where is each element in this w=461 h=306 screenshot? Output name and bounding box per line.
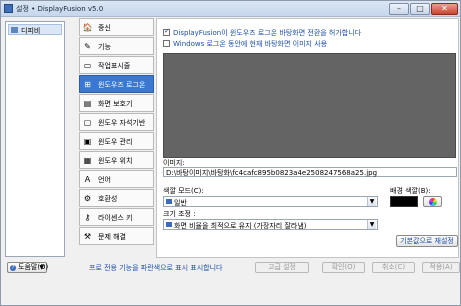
settings-window: 설정 • DisplayFusion v5.0 – □ ✕ 디피비 🏠 중신 ✎…	[0, 0, 461, 306]
gear-icon: ⚙	[83, 194, 92, 203]
app-icon	[4, 4, 13, 13]
nav-item-label: 문제 해결	[98, 233, 126, 241]
enable-logon-checkbox[interactable]	[163, 27, 170, 36]
minimize-button[interactable]: –	[389, 3, 409, 15]
ok-button[interactable]: 확인(O)	[322, 262, 365, 273]
title-bar: 설정 • DisplayFusion v5.0 – □ ✕	[1, 1, 460, 17]
apply-button[interactable]: 적용(A)	[422, 262, 460, 273]
nav-item-window-management[interactable]: ▣ 윈도우 관리	[79, 132, 154, 150]
nav-item-features[interactable]: ✎ 기능	[79, 37, 154, 55]
nav-item-label: 호환성	[98, 195, 118, 203]
close-button[interactable]: ✕	[431, 3, 458, 15]
use-current-wallpaper-checkbox[interactable]	[163, 40, 170, 47]
reset-defaults-button[interactable]: 기본값으로 재설정	[396, 235, 458, 247]
profile-item-label: 디피비	[21, 27, 41, 35]
nav-item-screensaver[interactable]: ▤ 화면 보호기	[79, 94, 154, 112]
color-mode-dropdown[interactable]: 일반 ▼	[163, 196, 378, 207]
home-icon: 🏠	[82, 23, 93, 32]
maximize-button[interactable]: □	[410, 3, 430, 15]
nav-item-label: 작업표시줄	[98, 62, 131, 70]
monitor-icon	[11, 27, 18, 33]
size-adjust-label: 크기 조정 :	[163, 210, 196, 218]
color-mode-label: 색깔 모드(C):	[163, 187, 204, 195]
color-mode-icon	[166, 199, 172, 204]
use-current-wallpaper-label: Windows 로그온 동안에 현재 바탕화면 이미지 사용	[173, 40, 328, 48]
windows-logo-icon: ⊞	[84, 80, 91, 89]
color-wheel-icon	[429, 198, 437, 206]
color-picker-button[interactable]	[423, 196, 442, 207]
enable-logon-label: DisplayFusion이 윈도우즈 로그온 바탕화면 전환을 허가합니다	[173, 29, 362, 37]
nav-item-label: 윈도우즈 로그온	[98, 81, 146, 89]
nav-item-window-snapping[interactable]: ▢ 윈도우 자석기반	[79, 113, 154, 131]
nav-item-label: 라이센스 키	[98, 214, 133, 222]
nav-item-label: 언어	[98, 176, 111, 184]
bg-color-label: 배경 색깔(B):	[390, 187, 431, 195]
profile-item[interactable]: 디피비	[8, 24, 62, 35]
wrench-icon: ⚒	[83, 232, 92, 241]
settings-nav: 🏠 중신 ✎ 기능 ▭ 작업표시줄 ⊞ 윈도우즈 로그온 ▤ 화면 보호기 ▢ …	[79, 18, 154, 258]
window-manage-icon: ▣	[83, 137, 92, 146]
window-title: 설정 • DisplayFusion v5.0	[16, 5, 104, 13]
cancel-button[interactable]: 취소(C)	[372, 262, 415, 273]
nav-item-license-key[interactable]: ⚷ 라이센스 키	[79, 208, 154, 226]
nav-item-troubleshooting[interactable]: ⚒ 문제 해결	[79, 227, 154, 245]
enable-logon-option[interactable]: DisplayFusion이 윈도우즈 로그온 바탕화면 전환을 허가합니다	[163, 27, 362, 38]
help-icon: ?	[10, 265, 16, 271]
chevron-down-icon: ▼	[367, 197, 376, 206]
pencil-icon: ✎	[84, 42, 91, 51]
size-adjust-dropdown[interactable]: 화면 비율을 최적으로 유지 (가장자리 잘라냄) ▼	[163, 219, 378, 230]
size-adjust-icon	[166, 222, 172, 227]
nav-item-main[interactable]: 🏠 중신	[79, 18, 154, 36]
size-adjust-value: 화면 비율을 최적으로 유지 (가장자리 잘라냄)	[174, 222, 307, 230]
nav-item-windows-logon[interactable]: ⊞ 윈도우즈 로그온	[79, 75, 154, 93]
nav-item-label: 윈도우 위치	[98, 157, 133, 165]
taskbar-icon: ▭	[83, 61, 92, 70]
nav-item-window-position[interactable]: ▦ 윈도우 위치	[79, 151, 154, 169]
screensaver-icon: ▤	[83, 99, 92, 108]
profile-list: 디피비	[5, 21, 65, 257]
key-icon: ⚷	[84, 213, 91, 222]
logon-settings-panel: DisplayFusion이 윈도우즈 로그온 바탕화면 전환을 허가합니다 W…	[156, 18, 459, 258]
window-position-icon: ▦	[83, 156, 92, 165]
image-path-value: D:\바탕이미지\바탕화\fc4cafc895b0823a4e250824756…	[166, 169, 378, 177]
nav-item-label: 윈도우 자석기반	[98, 119, 146, 127]
nav-item-label: 화면 보호기	[98, 100, 133, 108]
dialog-footer: ? 도움말(O) ▼ 프로 전용 기능을 파란색으로 표시 표시합니다 고급 설…	[1, 259, 461, 306]
nav-item-compatibility[interactable]: ⚙ 호환성	[79, 189, 154, 207]
nav-item-label: 윈도우 관리	[98, 138, 133, 146]
logon-preview	[163, 53, 456, 158]
chevron-down-icon: ▼	[39, 264, 44, 271]
chevron-down-icon: ▼	[367, 220, 376, 229]
bg-color-swatch[interactable]	[390, 196, 418, 207]
color-mode-value: 일반	[174, 199, 187, 207]
nav-item-language[interactable]: Ａ 언어	[79, 170, 154, 188]
pro-features-notice: 프로 전용 기능을 파란색으로 표시 표시합니다	[89, 264, 223, 272]
help-button[interactable]: ? 도움말(O) ▼	[7, 262, 48, 273]
nav-item-label: 중신	[98, 24, 111, 32]
language-icon: Ａ	[83, 175, 92, 184]
use-current-wallpaper-option[interactable]: Windows 로그온 동안에 현재 바탕화면 이미지 사용	[163, 39, 327, 49]
image-path-field[interactable]: D:\바탕이미지\바탕화\fc4cafc895b0823a4e250824756…	[163, 167, 457, 177]
window-magnet-icon: ▢	[83, 118, 92, 127]
advanced-settings-button[interactable]: 고급 설정	[255, 262, 309, 273]
nav-item-label: 기능	[98, 43, 111, 51]
nav-item-taskbar[interactable]: ▭ 작업표시줄	[79, 56, 154, 74]
